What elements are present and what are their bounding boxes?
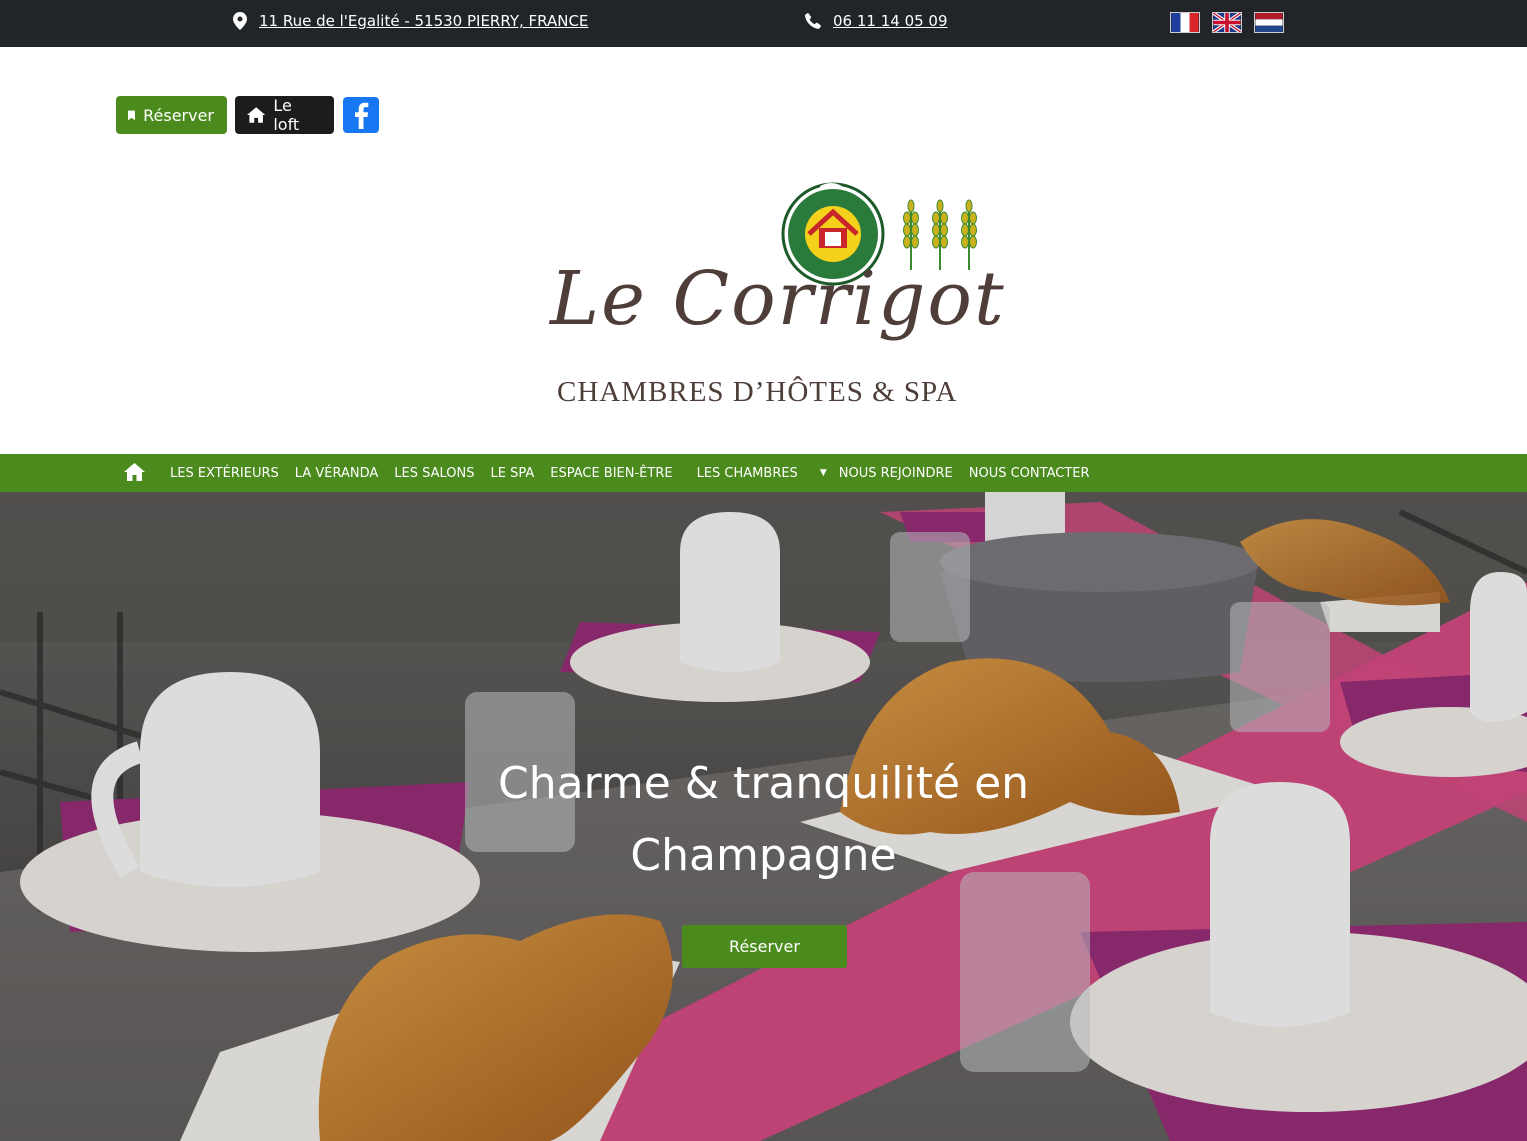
reserve-button[interactable]: Réserver <box>116 96 227 134</box>
nav-item-contact[interactable]: NOUS CONTACTER <box>969 466 1090 481</box>
logo-tagline: CHAMBRES D’HÔTES & SPA <box>557 376 958 408</box>
flag-fr-icon[interactable] <box>1170 12 1200 33</box>
nav-item-veranda[interactable]: LA VÉRANDA <box>295 466 378 481</box>
hero-headline-line2: Champagne <box>630 830 897 881</box>
map-pin-icon <box>233 12 247 30</box>
reserve-button-label: Réserver <box>143 105 214 125</box>
flag-uk-icon[interactable] <box>1212 12 1242 33</box>
nav-item-salons[interactable]: LES SALONS <box>394 466 474 481</box>
loft-button-label: Le loft <box>273 96 300 134</box>
caret-down-icon[interactable]: ▼ <box>820 468 827 478</box>
loft-button[interactable]: Le loft <box>235 96 334 134</box>
phone-block: 06 11 14 05 09 <box>805 12 948 30</box>
nav-item-spa[interactable]: LE SPA <box>490 466 534 481</box>
hero-reserve-button-label: Réserver <box>729 937 800 956</box>
hero-headline: Charme & tranquilité en Champagne <box>0 748 1527 892</box>
nav-item-chambres[interactable]: LES CHAMBRES <box>697 466 798 481</box>
main-navigation: LES EXTÉRIEURS LA VÉRANDA LES SALONS LE … <box>0 454 1527 492</box>
nav-item-bien-etre[interactable]: ESPACE BIEN-ÊTRE <box>550 466 672 481</box>
nav-items: LES EXTÉRIEURS LA VÉRANDA LES SALONS LE … <box>170 454 1106 492</box>
flag-nl-icon[interactable] <box>1254 12 1284 33</box>
hero-reserve-button[interactable]: Réserver <box>682 925 847 968</box>
logo-brand-name: Le Corrigot <box>550 256 1006 342</box>
facebook-icon <box>355 102 369 129</box>
nav-item-exterieurs[interactable]: LES EXTÉRIEURS <box>170 466 279 481</box>
address-link[interactable]: 11 Rue de l'Egalité - 51530 PIERRY, FRAN… <box>259 12 588 30</box>
phone-icon <box>805 13 821 29</box>
nav-item-rejoindre[interactable]: NOUS REJOINDRE <box>839 466 953 481</box>
phone-link[interactable]: 06 11 14 05 09 <box>833 12 948 30</box>
facebook-button[interactable] <box>343 97 379 133</box>
top-bar: 11 Rue de l'Egalité - 51530 PIERRY, FRAN… <box>0 0 1527 47</box>
nav-home-icon[interactable] <box>124 463 145 481</box>
hero-headline-line1: Charme & tranquilité en <box>497 758 1030 809</box>
header-actions: Réserver Le loft <box>116 96 379 134</box>
hero-banner: Charme & tranquilité en Champagne Réserv… <box>0 492 1527 1141</box>
language-switcher <box>1170 12 1284 33</box>
bookmark-icon <box>128 110 136 120</box>
home-icon <box>247 107 266 123</box>
address-block: 11 Rue de l'Egalité - 51530 PIERRY, FRAN… <box>233 12 588 30</box>
site-logo[interactable]: Le Corrigot CHAMBRES D’HÔTES & SPA <box>540 178 1004 418</box>
